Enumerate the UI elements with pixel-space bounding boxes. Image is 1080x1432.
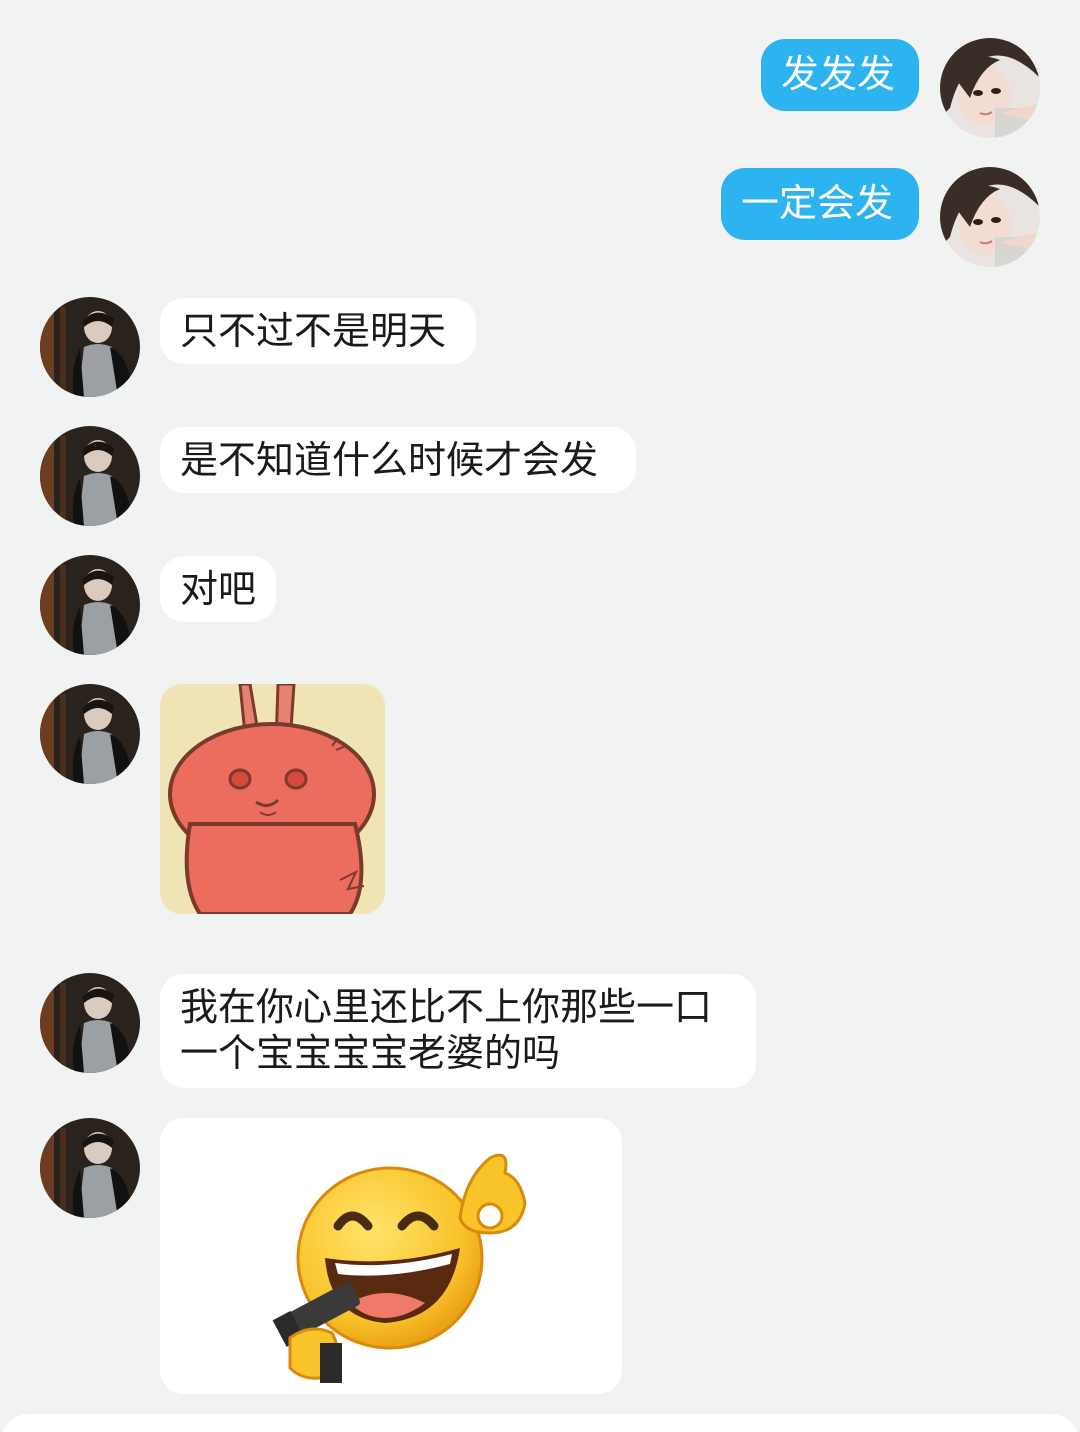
boy-portrait-image (40, 297, 140, 397)
message-text: 只不过不是明天 (180, 309, 447, 353)
message-text: 是不知道什么时候才会发 (180, 438, 599, 482)
boy-portrait-image (40, 426, 140, 526)
rabbit-sticker[interactable] (160, 684, 385, 914)
contact-avatar[interactable] (40, 1118, 140, 1218)
my-avatar[interactable] (940, 167, 1040, 267)
boy-portrait-image (40, 684, 140, 784)
message-text-line: 一个宝宝宝宝老婆的吗 (180, 1031, 561, 1075)
my-avatar[interactable] (940, 38, 1040, 138)
incoming-message-bubble[interactable]: 只不过不是明天 (160, 298, 476, 364)
boy-portrait-image (40, 1118, 140, 1218)
rabbit-sticker-image (160, 684, 385, 914)
outgoing-message-bubble[interactable]: 一定会发 (721, 168, 919, 240)
boy-portrait-image (40, 555, 140, 655)
laughing-emoji-gun-image (272, 1153, 527, 1383)
message-text: 一定会发 (741, 181, 894, 225)
girl-portrait-image (940, 167, 1040, 267)
laughing-emoji-gun-sticker[interactable] (160, 1118, 622, 1394)
incoming-message-bubble[interactable]: 对吧 (160, 556, 276, 622)
contact-avatar[interactable] (40, 297, 140, 397)
girl-portrait-image (940, 38, 1040, 138)
contact-avatar[interactable] (40, 973, 140, 1073)
incoming-message-bubble[interactable]: 是不知道什么时候才会发 (160, 427, 636, 493)
contact-avatar[interactable] (40, 426, 140, 526)
contact-avatar[interactable] (40, 555, 140, 655)
input-bar-edge (0, 1414, 1080, 1432)
contact-avatar[interactable] (40, 684, 140, 784)
message-text: 对吧 (180, 567, 257, 611)
message-text-line: 我在你心里还比不上你那些一口 (180, 985, 713, 1029)
message-text: 发发发 (781, 52, 896, 96)
incoming-message-bubble[interactable]: 我在你心里还比不上你那些一口 一个宝宝宝宝老婆的吗 (160, 974, 756, 1088)
boy-portrait-image (40, 973, 140, 1073)
chat-area: 发发发 一定会发 只不过不是明天 是不知道什么时候才会发 对吧 我在你心里还比不… (0, 0, 1080, 1432)
outgoing-message-bubble[interactable]: 发发发 (761, 39, 919, 111)
